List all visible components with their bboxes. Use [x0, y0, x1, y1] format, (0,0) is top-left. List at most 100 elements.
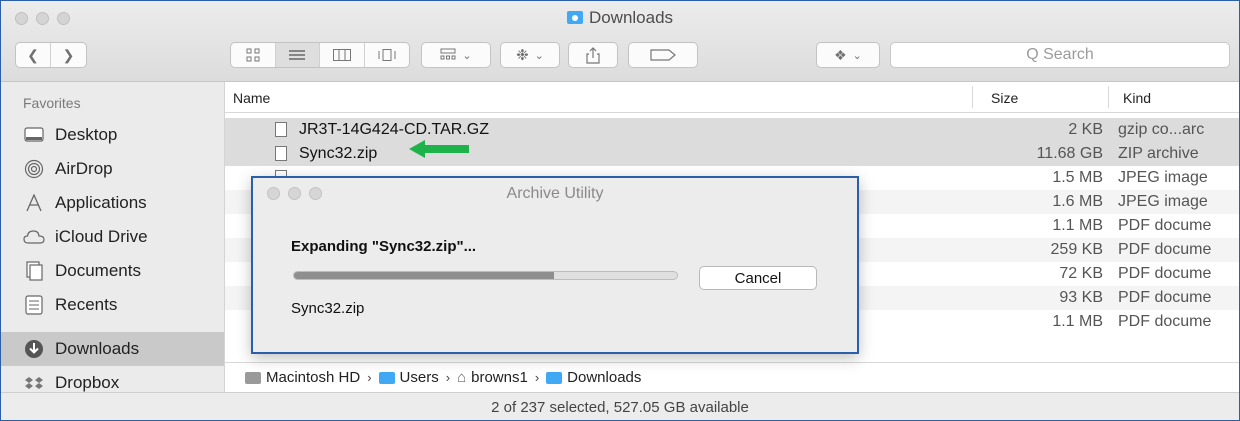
documents-icon	[23, 260, 45, 282]
sidebar-item-documents[interactable]: Documents	[1, 254, 224, 288]
search-input[interactable]: Q Search	[890, 42, 1230, 68]
progress-fill	[294, 272, 555, 279]
group-icon	[440, 48, 456, 60]
path-item-macintosh-hd[interactable]: Macintosh HD	[266, 369, 360, 386]
downloads-icon	[23, 338, 45, 360]
file-kind: PDF docume	[1118, 241, 1212, 258]
path-item-browns1[interactable]: browns1	[471, 369, 528, 386]
action-menu-button[interactable]: ❉ ⌄	[500, 42, 560, 68]
path-item-downloads[interactable]: Downloads	[567, 369, 641, 386]
dropbox-menu-button[interactable]: ❖ ⌄	[816, 42, 880, 68]
file-kind: PDF docume	[1118, 217, 1212, 234]
dropbox-icon: ❖	[834, 46, 847, 63]
column-header-name[interactable]: Name	[233, 90, 270, 106]
folder-icon	[378, 371, 395, 384]
path-separator: ›	[367, 370, 372, 385]
gallery-view-button[interactable]	[365, 43, 409, 67]
view-mode-control	[230, 42, 410, 68]
tag-icon	[650, 49, 676, 61]
column-view-icon	[332, 49, 351, 61]
archive-utility-dialog: Archive Utility Expanding "Sync32.zip"..…	[251, 176, 859, 354]
favorites-heading: Favorites	[23, 95, 81, 111]
hard-drive-icon	[245, 371, 261, 384]
sidebar-item-icloud-drive[interactable]: iCloud Drive	[1, 220, 224, 254]
file-size: 72 KB	[1059, 265, 1103, 282]
file-size: 259 KB	[1050, 241, 1103, 258]
dropbox-icon	[23, 372, 45, 394]
list-header: Name Size Kind	[225, 82, 1239, 113]
file-size: 1.6 MB	[1052, 193, 1103, 210]
back-button[interactable]: ❮	[16, 43, 52, 67]
path-item-users[interactable]: Users	[400, 369, 439, 386]
sidebar: Favorites Desktop AirDrop Applications i…	[1, 82, 225, 400]
gear-icon: ❉	[516, 47, 529, 64]
column-divider[interactable]	[972, 86, 973, 108]
list-view-button[interactable]	[275, 43, 320, 67]
table-row[interactable]: Sync32.zip 11.68 GB ZIP archive	[225, 142, 1239, 166]
file-name: JR3T-14G424-CD.TAR.GZ	[299, 121, 489, 138]
file-kind: JPEG image	[1118, 193, 1208, 210]
dialog-title: Archive Utility	[506, 185, 604, 202]
path-bar: Macintosh HD › Users › ⌂ browns1 › Downl…	[225, 362, 1239, 392]
gallery-view-icon	[378, 49, 396, 61]
table-row[interactable]: JR3T-14G424-CD.TAR.GZ 2 KB gzip co...arc	[225, 118, 1239, 142]
recents-icon	[23, 294, 45, 316]
file-icon	[275, 122, 287, 137]
file-kind: PDF docume	[1118, 313, 1212, 330]
icon-view-button[interactable]	[231, 43, 276, 67]
group-by-button[interactable]: ⌄	[421, 42, 491, 68]
home-icon: ⌂	[457, 369, 467, 386]
window-title: Downloads	[1, 8, 1239, 28]
desktop-icon	[23, 124, 45, 146]
file-icon	[275, 146, 287, 161]
chevron-left-icon: ❮	[27, 46, 39, 63]
toolbar: Downloads ❮ ❯ ⌄ ❉ ⌄ ❖ ⌄ Q Search	[1, 1, 1239, 82]
file-size: 93 KB	[1059, 289, 1103, 306]
expanding-message: Expanding "Sync32.zip"...	[291, 238, 477, 255]
chevron-right-icon: ❯	[62, 46, 75, 63]
share-button[interactable]	[568, 42, 618, 68]
share-icon	[586, 46, 600, 64]
sidebar-item-desktop[interactable]: Desktop	[1, 118, 224, 152]
file-kind: gzip co...arc	[1118, 121, 1205, 138]
file-kind: PDF docume	[1118, 265, 1212, 282]
file-size: 1.5 MB	[1052, 169, 1103, 186]
sidebar-item-downloads[interactable]: Downloads	[1, 332, 224, 366]
chevron-down-icon: ⌄	[462, 49, 472, 62]
progress-bar	[293, 271, 678, 280]
list-view-icon	[289, 50, 306, 60]
chevron-down-icon: ⌄	[534, 49, 544, 62]
file-kind: ZIP archive	[1118, 145, 1199, 162]
path-separator: ›	[445, 370, 451, 385]
applications-icon	[23, 192, 45, 214]
column-divider[interactable]	[1108, 86, 1109, 108]
tags-button[interactable]	[628, 42, 698, 68]
chevron-down-icon: ⌄	[852, 49, 862, 62]
icon-view-icon	[246, 48, 260, 62]
downloads-folder-icon	[546, 371, 563, 384]
green-arrow-icon	[409, 140, 469, 158]
cloud-icon	[23, 226, 45, 248]
forward-button[interactable]: ❯	[51, 43, 86, 67]
file-name: Sync32.zip	[299, 145, 378, 162]
sidebar-item-airdrop[interactable]: AirDrop	[1, 152, 224, 186]
status-bar: 2 of 237 selected, 527.05 GB available	[1, 392, 1239, 420]
back-forward-control: ❮ ❯	[15, 42, 87, 68]
airdrop-icon	[23, 158, 45, 180]
file-size: 11.68 GB	[1036, 145, 1103, 162]
file-kind: PDF docume	[1118, 289, 1212, 306]
column-view-button[interactable]	[320, 43, 365, 67]
column-header-kind[interactable]: Kind	[1123, 90, 1151, 106]
finder-window: Downloads ❮ ❯ ⌄ ❉ ⌄ ❖ ⌄ Q Search Favorit…	[0, 0, 1240, 421]
archive-filename: Sync32.zip	[291, 300, 365, 317]
sidebar-item-recents[interactable]: Recents	[1, 288, 224, 322]
file-size: 1.1 MB	[1052, 217, 1103, 234]
folder-icon	[566, 11, 583, 24]
path-separator: ›	[534, 370, 540, 385]
file-size: 2 KB	[1068, 121, 1103, 138]
column-header-size[interactable]: Size	[991, 90, 1018, 106]
sidebar-item-applications[interactable]: Applications	[1, 186, 224, 220]
file-kind: JPEG image	[1118, 169, 1208, 186]
file-size: 1.1 MB	[1052, 313, 1103, 330]
cancel-button[interactable]: Cancel	[699, 266, 817, 290]
